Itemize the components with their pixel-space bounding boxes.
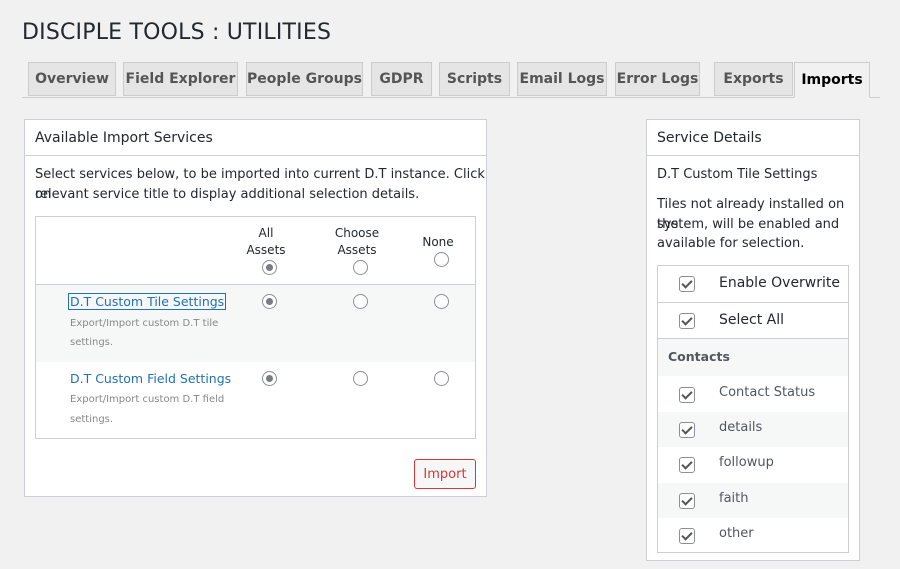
enable-overwrite-row: Enable Overwrite xyxy=(658,266,848,303)
contact-status-label: Contact Status xyxy=(719,385,816,400)
select-all-row: Select All xyxy=(658,303,848,339)
tab-imports[interactable]: Imports xyxy=(794,62,870,98)
field-choose-assets-radio[interactable] xyxy=(353,371,368,386)
service-details-name: D.T Custom Tile Settings xyxy=(657,167,818,182)
none-header-radio[interactable] xyxy=(434,252,449,267)
contact-status-checkbox[interactable] xyxy=(679,387,695,403)
column-none: None xyxy=(422,235,454,249)
tab-exports[interactable]: Exports xyxy=(714,62,793,96)
select-all-checkbox[interactable] xyxy=(679,313,695,329)
service-desc-tile-line1: Export/Import custom D.T tile xyxy=(70,318,219,329)
column-choose-line1: Choose xyxy=(334,226,380,240)
service-title-tile-settings[interactable]: D.T Custom Tile Settings xyxy=(67,293,227,310)
column-all-line2: Assets xyxy=(246,243,286,257)
services-table: All Assets Choose Assets None D.T Custom… xyxy=(35,216,476,439)
tile-item-row: faith xyxy=(658,483,848,518)
tile-item-row: details xyxy=(658,412,848,447)
service-details-note-line2: system, will be enabled and xyxy=(657,217,840,232)
nav-tabs: Overview Field Explorer People Groups GD… xyxy=(22,62,880,98)
tile-none-radio[interactable] xyxy=(434,294,449,309)
page-title: DISCIPLE TOOLS : UTILITIES xyxy=(22,20,332,45)
followup-label: followup xyxy=(719,455,774,470)
service-desc-field-line1: Export/Import custom D.T field xyxy=(70,394,225,405)
tab-gdpr[interactable]: GDPR xyxy=(371,62,432,96)
column-choose-line2: Assets xyxy=(337,243,377,257)
import-services-panel: Available Import Services Select service… xyxy=(24,119,487,497)
tab-email-logs[interactable]: Email Logs xyxy=(517,62,607,96)
tab-people-groups[interactable]: People Groups xyxy=(246,62,363,96)
details-label: details xyxy=(719,420,763,435)
other-checkbox[interactable] xyxy=(679,528,695,544)
other-label: other xyxy=(719,526,754,541)
tab-error-logs[interactable]: Error Logs xyxy=(615,62,700,96)
tile-all-assets-radio[interactable] xyxy=(262,294,277,309)
column-all-assets: All Assets xyxy=(242,225,290,259)
column-all-line1: All xyxy=(258,226,274,240)
tab-field-explorer[interactable]: Field Explorer xyxy=(123,62,238,96)
tile-item-row: Contact Status xyxy=(658,376,848,412)
details-checkbox[interactable] xyxy=(679,422,695,438)
contacts-group-label: Contacts xyxy=(668,349,730,364)
contacts-group-row: Contacts xyxy=(658,339,848,376)
enable-overwrite-checkbox[interactable] xyxy=(679,276,695,292)
service-desc-field-line2: settings. xyxy=(70,414,114,425)
field-none-radio[interactable] xyxy=(434,371,449,386)
tile-item-row: other xyxy=(658,518,848,552)
choose-assets-header-radio[interactable] xyxy=(353,260,368,275)
field-all-assets-radio[interactable] xyxy=(262,371,277,386)
service-details-note-line3: available for selection. xyxy=(657,236,805,251)
import-services-description-line2: relevant service title to display additi… xyxy=(35,187,420,202)
tile-choose-assets-radio[interactable] xyxy=(353,294,368,309)
service-desc-tile-line2: settings. xyxy=(70,337,114,348)
service-details-heading: Service Details xyxy=(647,120,859,156)
enable-overwrite-label: Enable Overwrite xyxy=(719,275,841,291)
faith-checkbox[interactable] xyxy=(679,493,695,509)
tab-scripts[interactable]: Scripts xyxy=(439,62,510,96)
service-title-field-settings[interactable]: D.T Custom Field Settings xyxy=(70,371,231,386)
service-options-table: Enable Overwrite Select All Contacts Con… xyxy=(657,265,849,553)
all-assets-header-radio[interactable] xyxy=(262,260,277,275)
followup-checkbox[interactable] xyxy=(679,457,695,473)
import-button[interactable]: Import xyxy=(414,459,476,489)
column-choose-assets: Choose Assets xyxy=(332,225,382,259)
service-details-panel: Service Details D.T Custom Tile Settings… xyxy=(646,119,860,561)
select-all-label: Select All xyxy=(719,312,784,328)
tile-item-row: followup xyxy=(658,447,848,483)
faith-label: faith xyxy=(719,491,749,506)
import-services-heading: Available Import Services xyxy=(25,120,486,156)
tab-overview[interactable]: Overview xyxy=(28,62,116,96)
